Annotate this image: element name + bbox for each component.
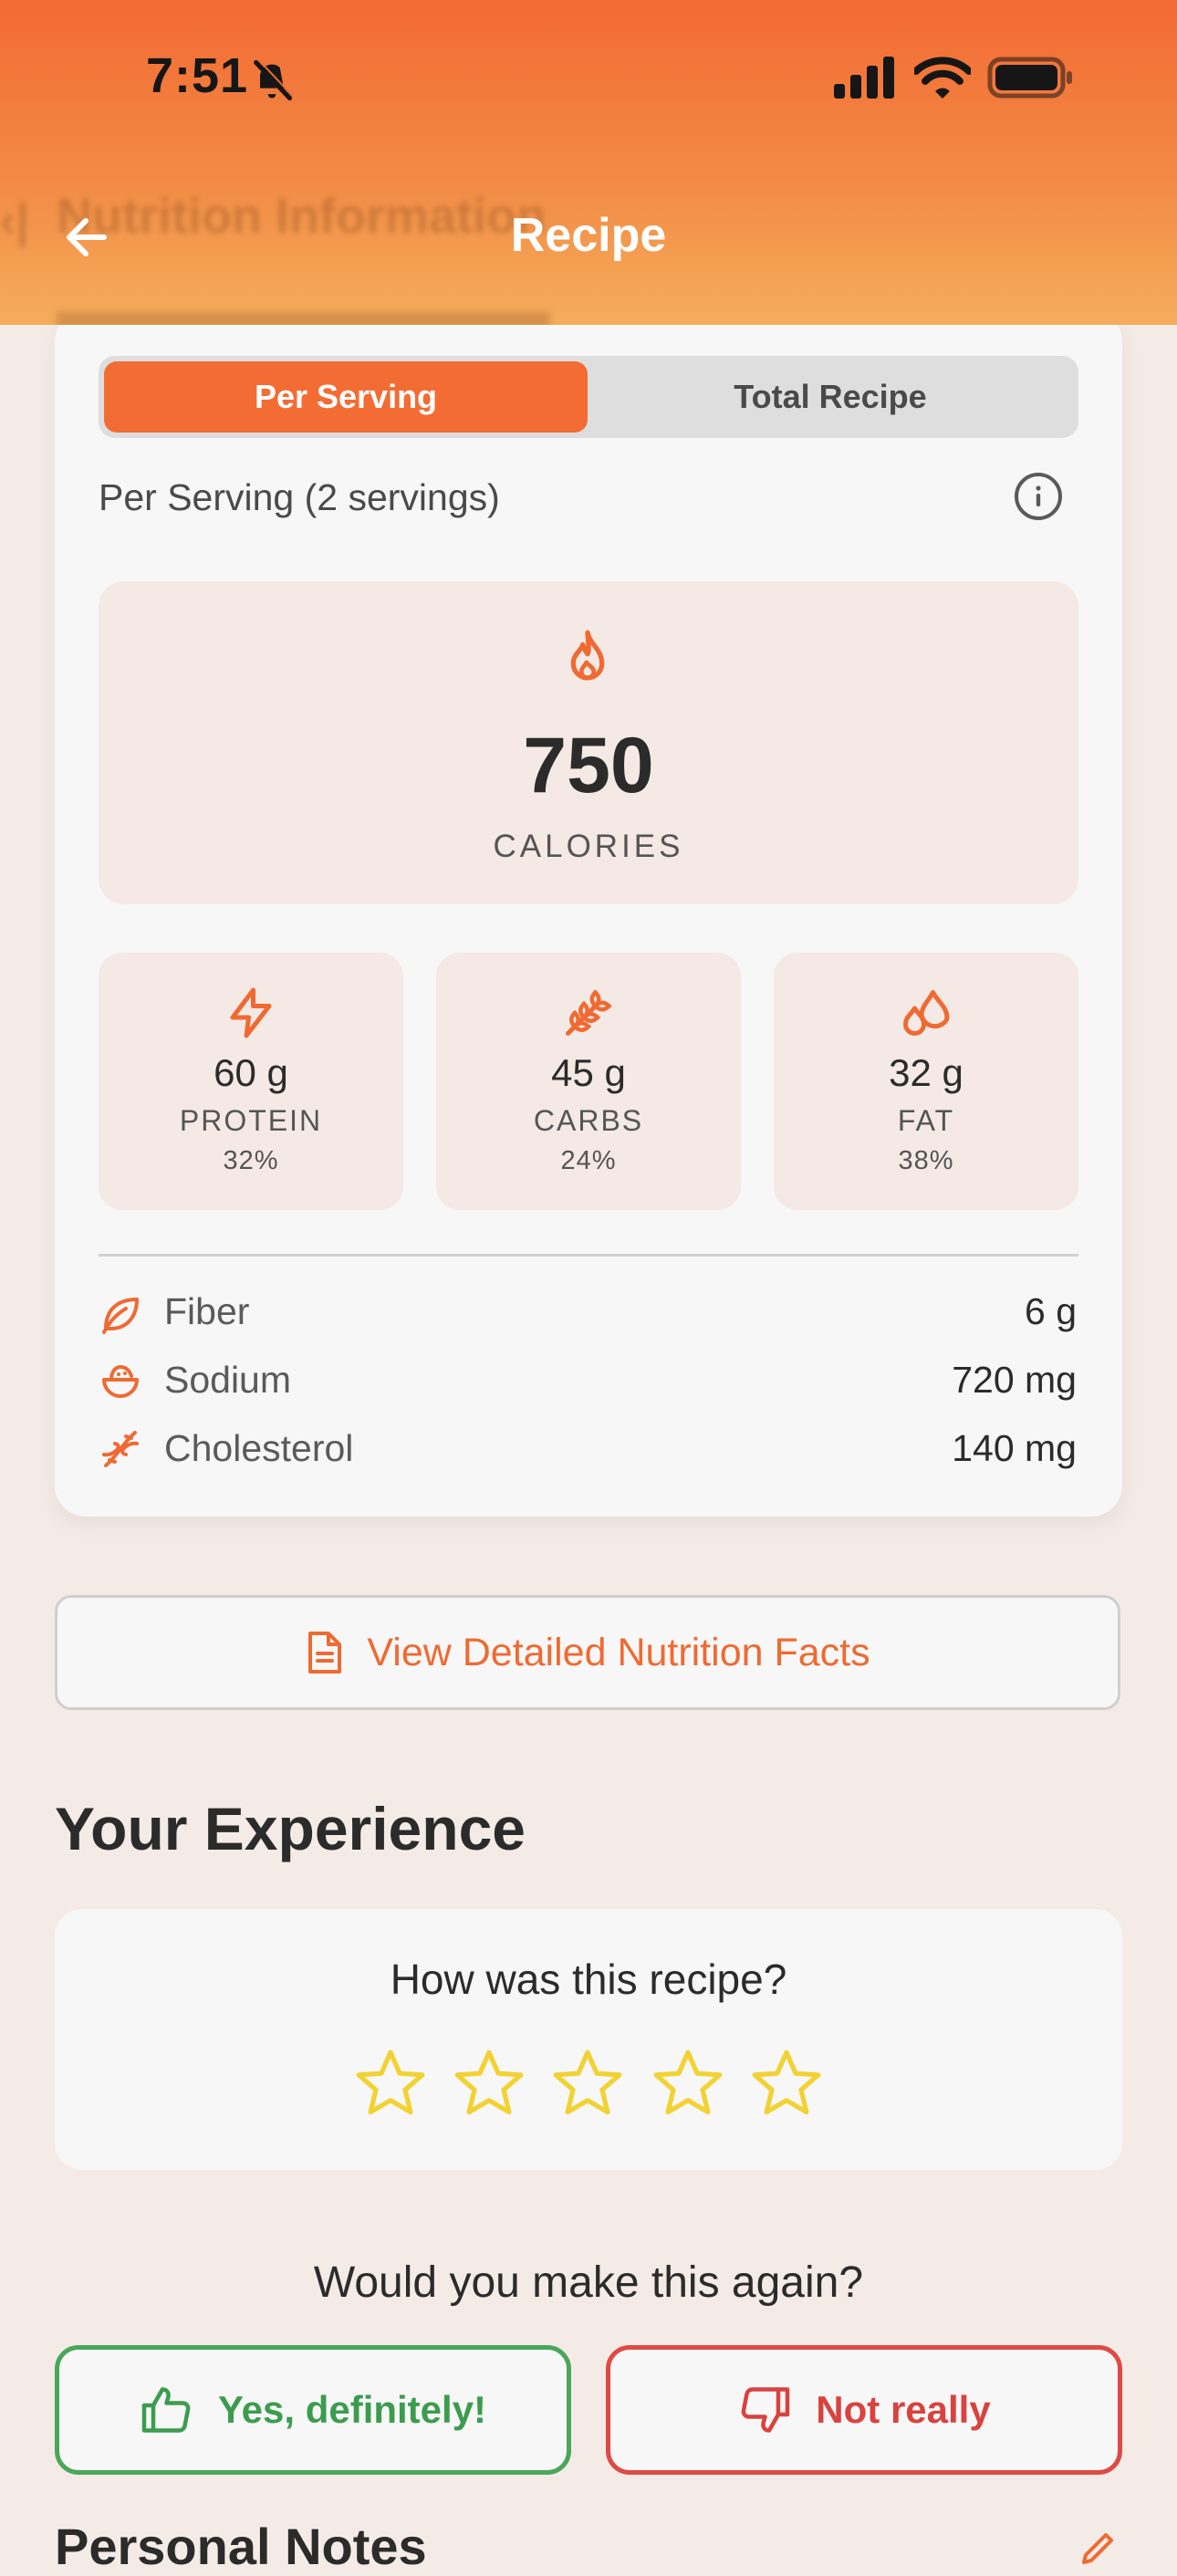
star-icon-3[interactable]: [549, 2048, 626, 2121]
not-really-label: Not really: [816, 2388, 991, 2431]
droplets-icon: [903, 990, 950, 1036]
carbs-percent: 24%: [560, 1146, 617, 1175]
fiber-label: Fiber: [164, 1290, 250, 1332]
cholesterol-label: Cholesterol: [164, 1427, 354, 1469]
app-header: ‹| Nutrition Information 7:51 Recipe: [0, 0, 1177, 325]
flame-icon: [570, 630, 605, 681]
fiber-value: 6 g: [1025, 1290, 1077, 1332]
make-again-question: Would you make this again?: [313, 2258, 864, 2307]
fat-percent: 38%: [898, 1146, 954, 1175]
carbs-value: 45 g: [551, 1051, 626, 1094]
section-title-notes: Personal Notes: [55, 2518, 427, 2575]
fat-value: 32 g: [889, 1051, 963, 1094]
wifi-icon: [914, 57, 971, 99]
star-icon-5[interactable]: [748, 2048, 825, 2121]
rating-question: How was this recipe?: [390, 1955, 787, 2003]
thumbs-up-icon: [141, 2387, 191, 2433]
tab-per-serving[interactable]: Per Serving: [104, 361, 588, 433]
salt-icon: [102, 1364, 139, 1398]
not-really-button[interactable]: Not really: [606, 2345, 1122, 2475]
star-icon-4[interactable]: [650, 2048, 726, 2121]
protein-value: 60 g: [214, 1051, 288, 1094]
star-icon-2[interactable]: [451, 2048, 527, 2121]
star-icon-1[interactable]: [352, 2048, 429, 2121]
yes-definitely-label: Yes, definitely!: [217, 2388, 487, 2431]
servings-label: Per Serving (2 servings): [99, 476, 500, 518]
leaf-icon: [102, 1298, 139, 1334]
calories-label: CALORIES: [493, 829, 684, 864]
signal-icon: [834, 57, 894, 99]
edit-pencil-icon[interactable]: [1077, 2528, 1120, 2564]
carbs-label: CARBS: [533, 1104, 644, 1137]
thumbs-down-icon: [741, 2387, 790, 2433]
bell-off-icon: [254, 59, 294, 101]
scrolled-text-ghost: [57, 312, 549, 325]
calories-value: 750: [523, 722, 654, 809]
macro-protein: 60 g PROTEIN 32%: [99, 953, 403, 1210]
rating-card: [55, 1909, 1122, 2170]
document-icon: [308, 1632, 342, 1674]
tab-total-recipe[interactable]: Total Recipe: [588, 361, 1073, 433]
protein-percent: 32%: [223, 1146, 279, 1175]
sodium-value: 720 mg: [952, 1359, 1077, 1401]
view-nutrition-facts-label: View Detailed Nutrition Facts: [367, 1630, 870, 1674]
battery-icon: [987, 57, 1072, 99]
card-divider: [99, 1254, 1078, 1257]
macro-fat: 32 g FAT 38%: [774, 953, 1078, 1210]
cholesterol-value: 140 mg: [952, 1427, 1077, 1469]
sodium-label: Sodium: [164, 1359, 292, 1401]
yes-definitely-button[interactable]: Yes, definitely!: [55, 2345, 571, 2475]
info-icon[interactable]: [1015, 473, 1062, 520]
view-nutrition-facts-button[interactable]: View Detailed Nutrition Facts: [55, 1595, 1120, 1710]
dna-icon: [102, 1431, 139, 1467]
section-title-experience: Your Experience: [55, 1795, 526, 1862]
wheat-icon: [566, 989, 612, 1036]
bolt-icon: [230, 987, 272, 1038]
fat-label: FAT: [897, 1104, 955, 1137]
macro-carbs: 45 g CARBS 24%: [436, 953, 741, 1210]
page-title: Recipe: [510, 209, 667, 262]
status-time: 7:51: [146, 48, 249, 103]
protein-label: PROTEIN: [179, 1104, 323, 1137]
